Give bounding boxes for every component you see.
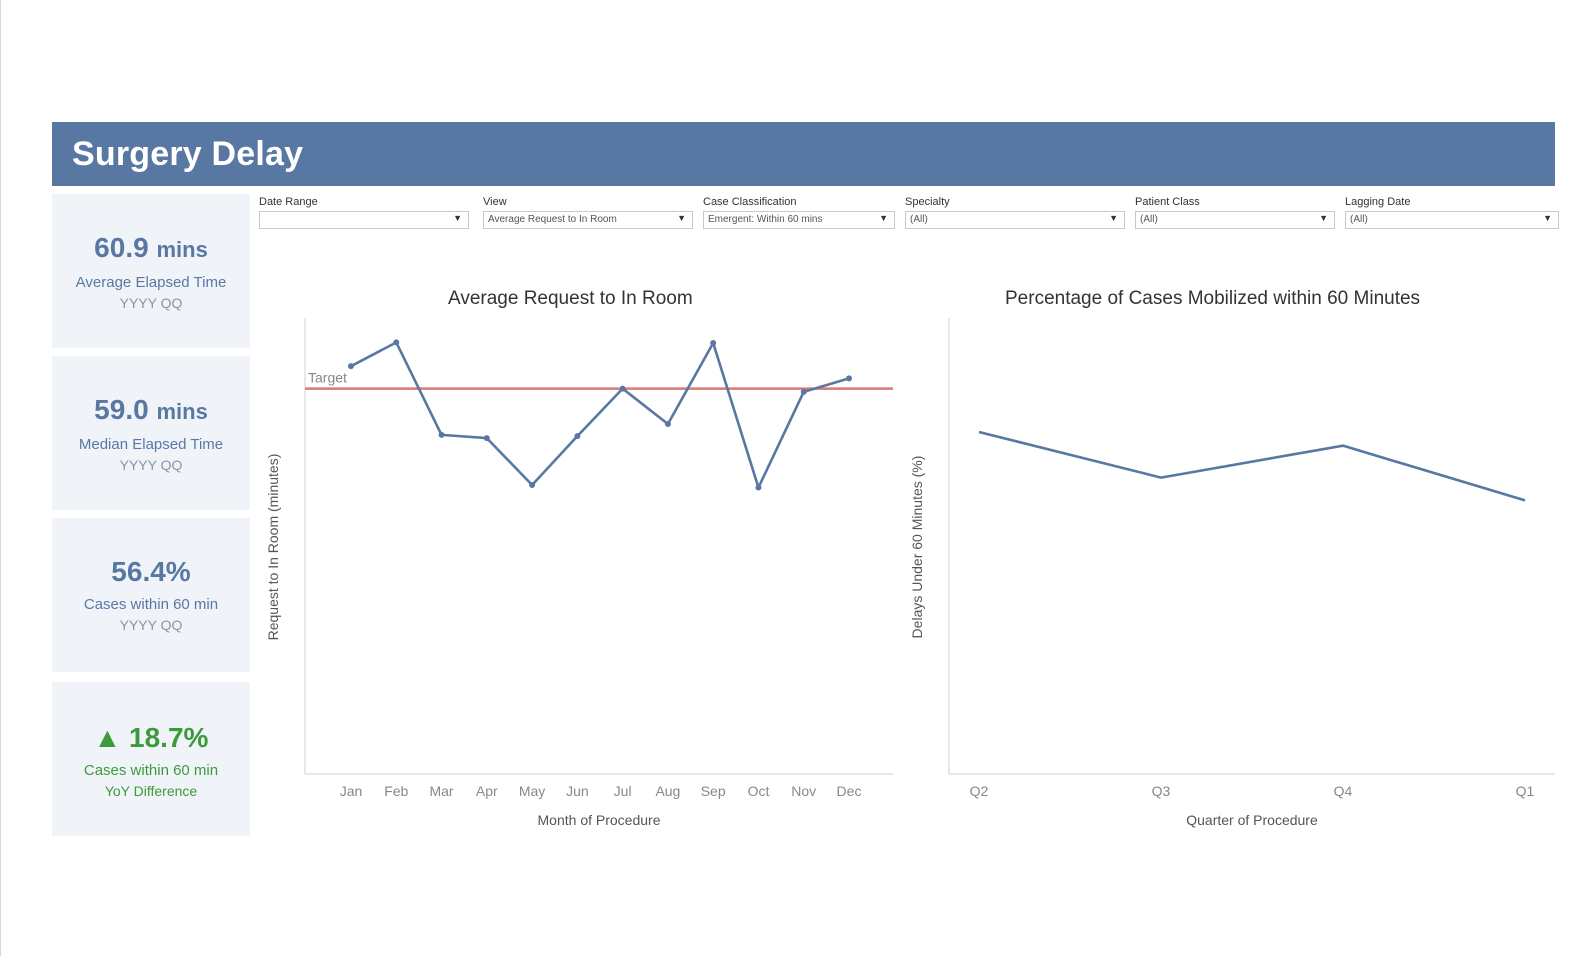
target-label: Target bbox=[308, 370, 347, 386]
data-point bbox=[483, 435, 490, 442]
x-tick-label: Nov bbox=[791, 783, 816, 799]
data-point bbox=[800, 388, 807, 395]
x-axis-title: Quarter of Procedure bbox=[1186, 812, 1318, 828]
data-point bbox=[348, 363, 354, 370]
x-tick-label: Apr bbox=[476, 783, 498, 799]
data-point bbox=[529, 481, 536, 488]
x-axis-title: Month of Procedure bbox=[538, 812, 661, 828]
x-tick-label: Feb bbox=[384, 783, 408, 799]
data-point bbox=[619, 385, 626, 392]
x-tick-label: Q3 bbox=[1152, 783, 1171, 799]
data-point bbox=[664, 420, 671, 427]
x-tick-label: Jan bbox=[340, 783, 363, 799]
x-tick-label: Oct bbox=[748, 783, 770, 799]
series-line bbox=[978, 430, 1526, 502]
x-tick-label: Jul bbox=[614, 783, 632, 799]
series-line bbox=[350, 341, 850, 489]
y-axis-title: Delays Under 60 Minutes (%) bbox=[909, 456, 925, 639]
data-point bbox=[438, 431, 445, 438]
x-tick-label: Sep bbox=[701, 783, 726, 799]
charts-canvas: Target Jan Feb Mar Apr May Jun Jul Aug Sep Oct Nov D… bbox=[265, 318, 1555, 828]
data-point bbox=[710, 340, 717, 347]
x-tick-label: May bbox=[519, 783, 545, 799]
data-point bbox=[846, 375, 852, 382]
data-point bbox=[574, 433, 581, 440]
y-axis-title: Request to In Room (minutes) bbox=[265, 454, 281, 641]
x-tick-label: Q2 bbox=[970, 783, 989, 799]
data-point bbox=[755, 484, 762, 491]
x-tick-label: Mar bbox=[429, 783, 453, 799]
x-tick-label: Q4 bbox=[1334, 783, 1353, 799]
x-tick-label: Aug bbox=[655, 783, 680, 799]
x-tick-label: Q1 bbox=[1516, 783, 1535, 799]
x-tick-label: Dec bbox=[837, 783, 862, 799]
data-point bbox=[393, 339, 400, 346]
x-tick-label: Jun bbox=[566, 783, 589, 799]
